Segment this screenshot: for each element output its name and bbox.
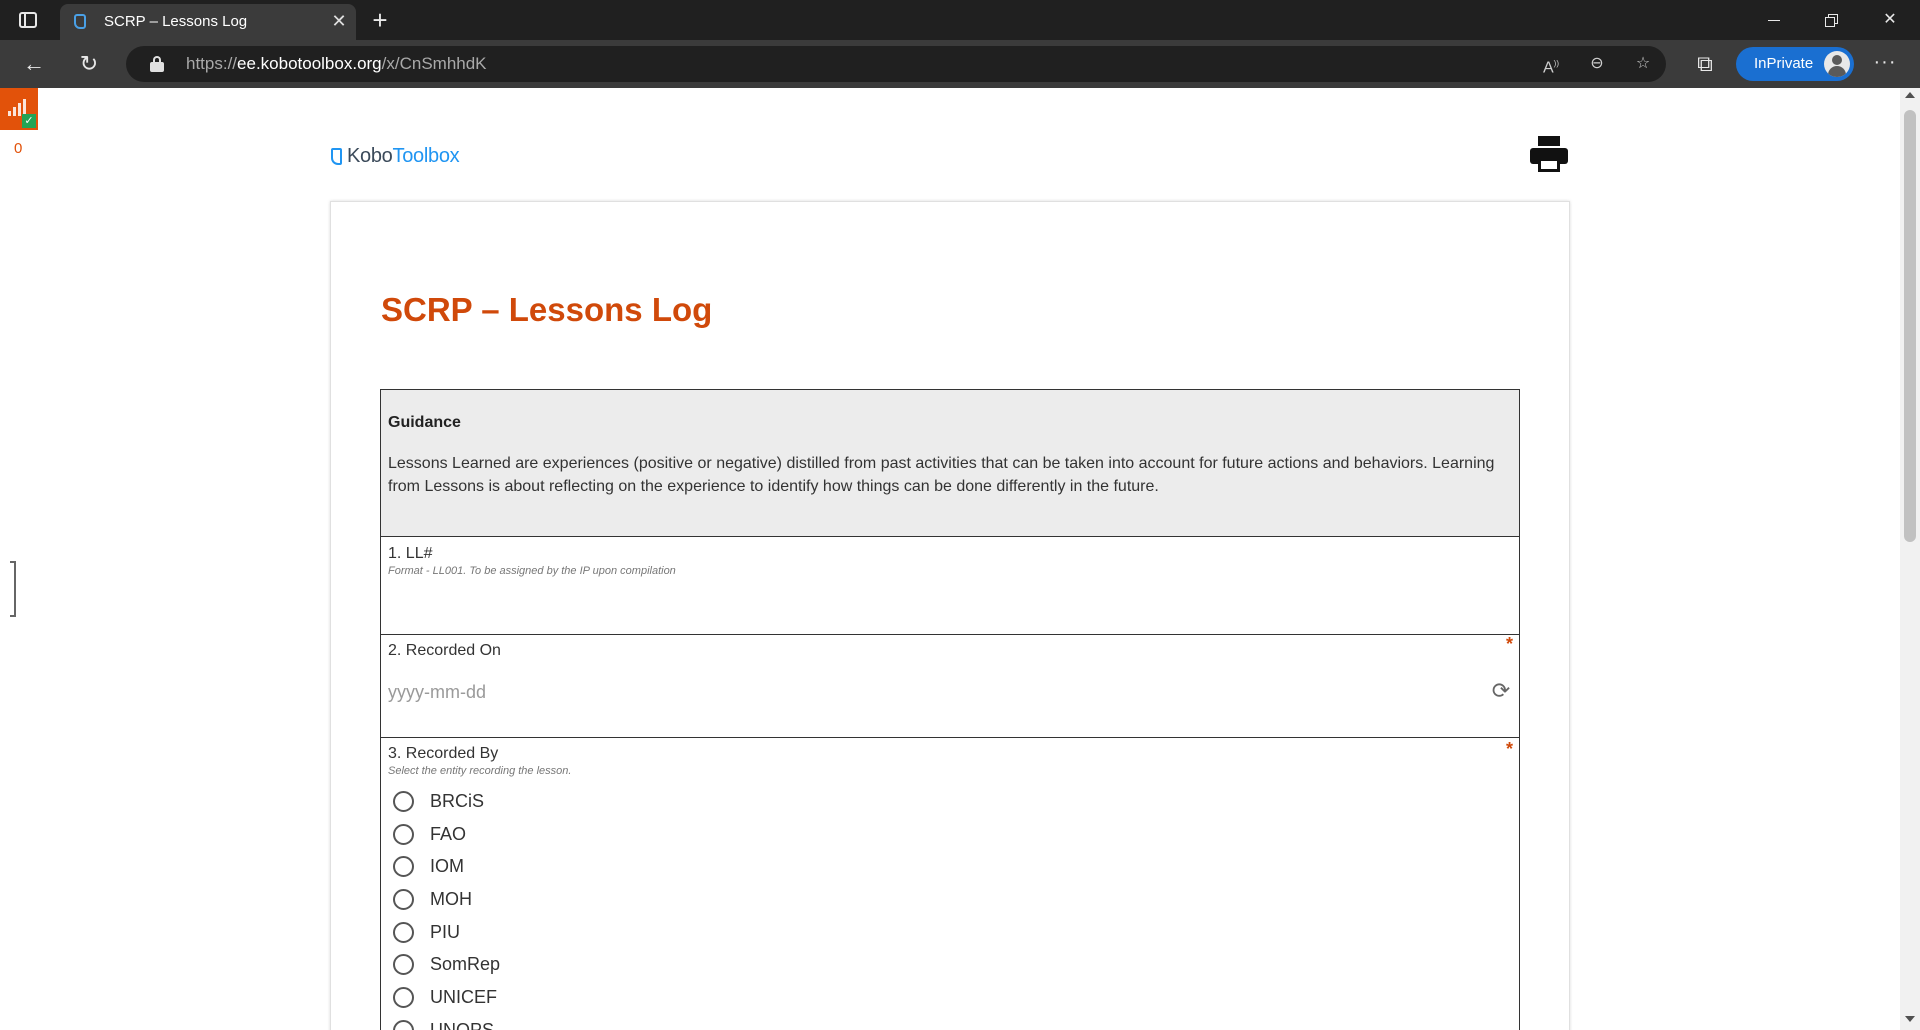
question-recorded-on: 2. Recorded On * ⟳ <box>380 634 1520 738</box>
window-close-icon[interactable]: ✕ <box>1862 0 1918 40</box>
new-tab-icon[interactable]: + <box>366 7 394 35</box>
form-title: SCRP – Lessons Log <box>381 291 713 328</box>
scroll-up-icon[interactable] <box>1905 92 1915 98</box>
scrollbar-thumb[interactable] <box>1904 110 1916 542</box>
date-input[interactable] <box>388 678 1488 706</box>
kobo-logo-mark-icon <box>331 148 342 165</box>
browser-nav-bar: ← ↻ https://ee.kobotoolbox.org/x/CnSmhhd… <box>0 40 1920 88</box>
question-hint: Select the entity recording the lesson. <box>388 765 572 777</box>
date-reset-icon[interactable]: ⟳ <box>1489 679 1513 703</box>
radio-button[interactable] <box>393 824 414 845</box>
queue-count: 0 <box>14 140 23 157</box>
page-scrollbar[interactable] <box>1900 88 1920 1030</box>
offline-status-widget[interactable]: ✓ <box>0 88 38 130</box>
read-aloud-icon[interactable]: A)) <box>1540 53 1562 76</box>
tab-title: SCRP – Lessons Log <box>104 13 248 30</box>
print-icon[interactable] <box>1530 136 1568 174</box>
guidance-heading: Guidance <box>388 414 461 431</box>
browser-tab[interactable]: SCRP – Lessons Log ✕ <box>60 4 356 40</box>
radio-label: SomRep <box>430 954 501 974</box>
question-recorded-by: 3. Recorded By * Select the entity recor… <box>380 737 1520 1030</box>
radio-label: FAO <box>430 824 467 844</box>
profile-avatar-icon <box>1824 51 1850 77</box>
add-favorite-icon[interactable]: ☆ <box>1632 53 1654 75</box>
radio-button[interactable] <box>393 987 414 1008</box>
side-handle[interactable] <box>10 561 16 617</box>
form-card: SCRP – Lessons Log Guidance Lessons Lear… <box>330 201 1570 1030</box>
radio-button[interactable] <box>393 922 414 943</box>
radio-label: IOM <box>430 856 464 876</box>
tab-actions-icon[interactable] <box>18 10 38 30</box>
radio-button[interactable] <box>393 1020 414 1030</box>
browser-tab-bar: SCRP – Lessons Log ✕ + ✕ <box>0 0 1920 40</box>
refresh-icon[interactable]: ↻ <box>77 52 101 76</box>
url-text[interactable]: https://ee.kobotoolbox.org/x/CnSmhhdK <box>186 54 487 74</box>
radio-button[interactable] <box>393 791 414 812</box>
inprivate-label: InPrivate <box>1754 55 1814 72</box>
inprivate-button[interactable]: InPrivate <box>1736 47 1854 81</box>
restore-icon[interactable] <box>1804 0 1860 40</box>
guidance-note: Guidance Lessons Learned are experiences… <box>380 389 1520 537</box>
check-icon: ✓ <box>22 114 36 128</box>
required-marker: * <box>1505 634 1513 654</box>
question-label: 2. Recorded On <box>388 642 501 659</box>
minimize-icon[interactable] <box>1746 0 1802 40</box>
kobo-favicon-icon <box>74 14 86 29</box>
question-label: 1. LL# <box>388 545 433 562</box>
radio-button[interactable] <box>393 954 414 975</box>
required-marker: * <box>1505 739 1513 759</box>
lock-icon[interactable] <box>150 56 164 72</box>
radio-button[interactable] <box>393 889 414 910</box>
collections-icon[interactable]: ⧉ <box>1693 52 1717 76</box>
question-hint: Format - LL001. To be assigned by the IP… <box>388 565 676 577</box>
radio-label: MOH <box>430 889 472 909</box>
radio-label: UNOPS <box>430 1020 495 1030</box>
radio-label: BRCiS <box>430 791 485 811</box>
guidance-text: Lessons Learned are experiences (positiv… <box>388 455 1495 495</box>
scroll-down-icon[interactable] <box>1905 1016 1915 1022</box>
radio-button[interactable] <box>393 856 414 877</box>
page-viewport: ✓ 0 KoboToolbox SCRP – Lessons Log Guida… <box>0 88 1920 1030</box>
address-bar[interactable]: https://ee.kobotoolbox.org/x/CnSmhhdK A)… <box>126 46 1666 82</box>
radio-label: PIU <box>430 922 461 942</box>
question-ll-number: 1. LL# Format - LL001. To be assigned by… <box>380 536 1520 635</box>
radio-label: UNICEF <box>430 987 497 1007</box>
more-menu-icon[interactable]: ··· <box>1870 52 1900 76</box>
back-arrow-icon[interactable]: ← <box>22 52 46 76</box>
tab-close-icon[interactable]: ✕ <box>328 10 350 32</box>
question-label: 3. Recorded By <box>388 745 499 762</box>
zoom-out-icon[interactable]: ⊖ <box>1586 53 1608 75</box>
